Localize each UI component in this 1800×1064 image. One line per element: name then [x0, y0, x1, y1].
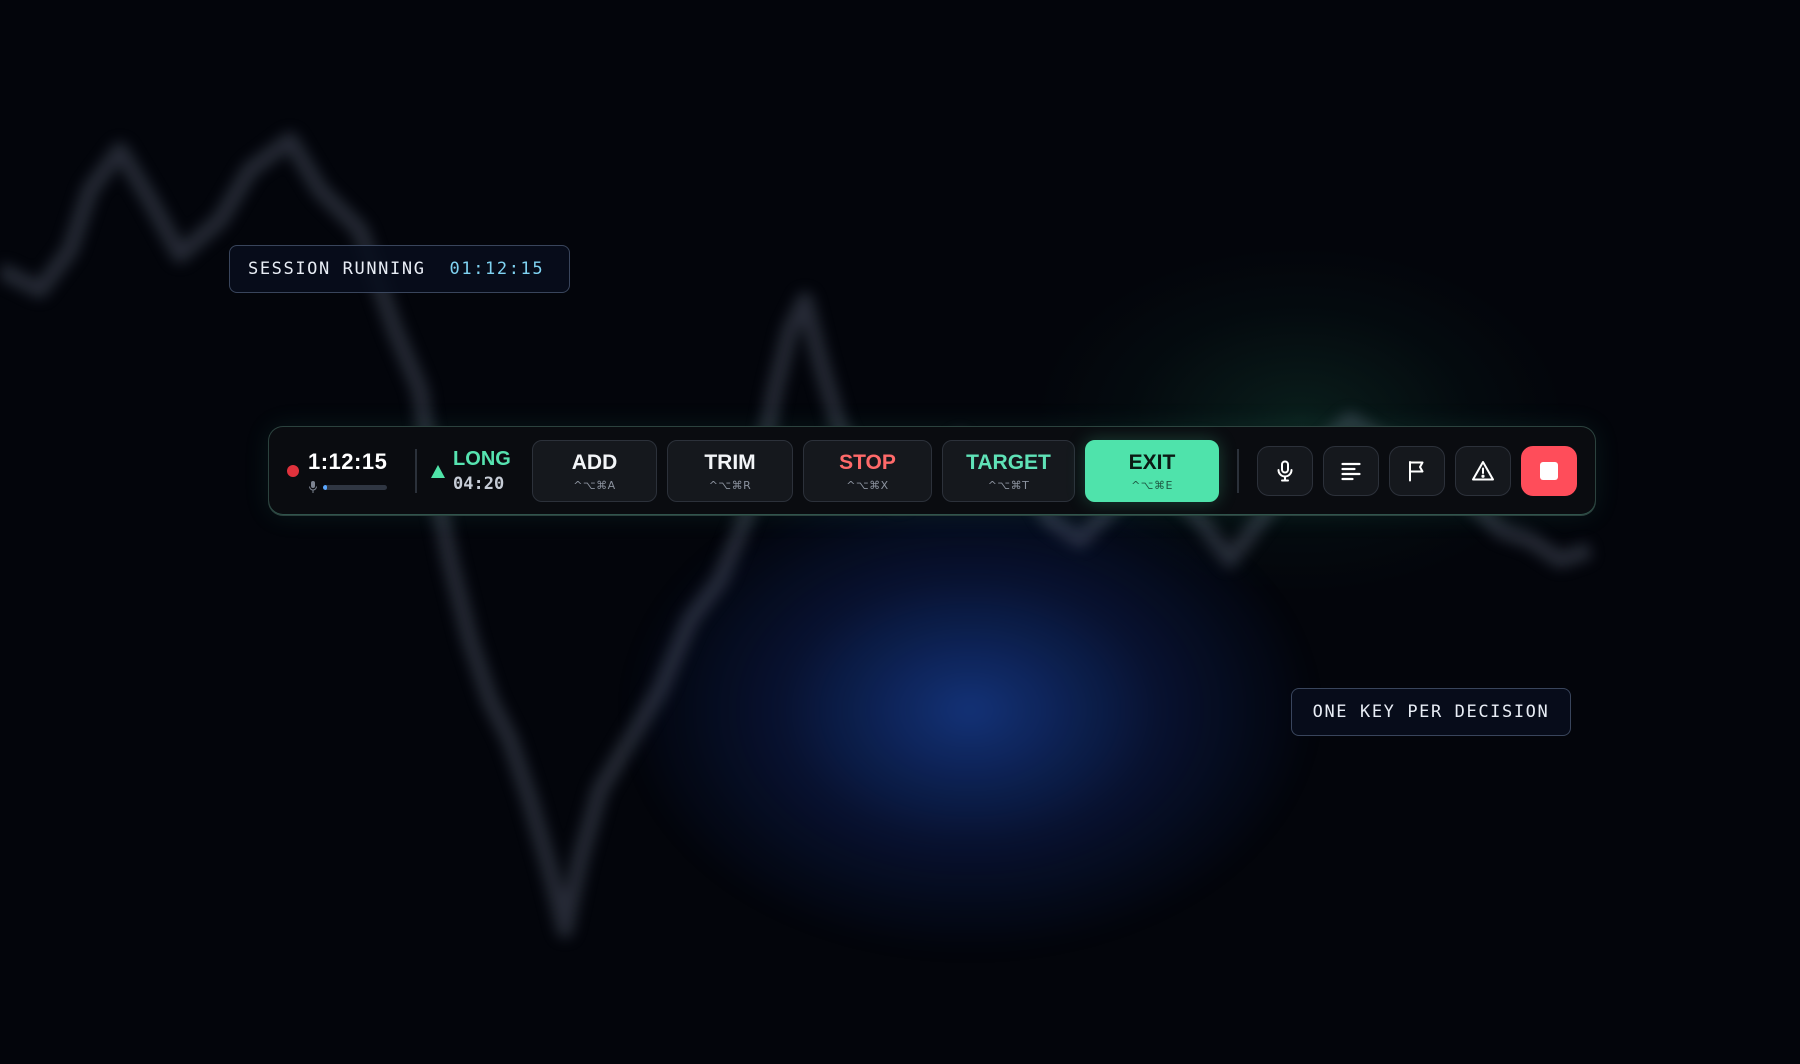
microphone-icon	[1277, 460, 1293, 482]
recording-status: 1:12:15	[287, 449, 405, 493]
warning-button[interactable]	[1455, 446, 1511, 496]
tagline-pill: ONE KEY PER DECISION	[1291, 688, 1571, 736]
background	[0, 0, 1800, 1064]
background-price-chart	[0, 132, 1593, 938]
exit-button-label: EXIT	[1128, 450, 1176, 474]
exit-button-shortcut: ^⌥⌘E	[1131, 478, 1173, 492]
microphone-button[interactable]	[1257, 446, 1313, 496]
target-button-label: TARGET	[966, 450, 1051, 474]
notes-button[interactable]	[1323, 446, 1379, 496]
tagline-text: ONE KEY PER DECISION	[1312, 702, 1550, 722]
stop-button-shortcut: ^⌥⌘X	[846, 478, 889, 492]
warning-icon	[1472, 461, 1494, 481]
mic-level-track	[323, 484, 387, 490]
mic-level-fill	[323, 484, 327, 490]
position-side: LONG	[453, 448, 511, 470]
stop-recording-icon	[1540, 462, 1558, 480]
session-status-label: SESSION RUNNING	[248, 259, 426, 279]
toolbar-divider	[415, 449, 418, 493]
trim-button-label: TRIM	[704, 450, 756, 474]
recording-elapsed-time: 1:12:15	[308, 449, 388, 474]
session-elapsed-time: 01:12:15	[449, 259, 545, 279]
recording-dot-icon	[287, 465, 299, 477]
long-arrow-icon	[431, 464, 446, 478]
trading-hotkey-toolbar: 1:12:15 LONG 04:20 ADD ^⌥⌘A TRIM ^⌥⌘R ST…	[268, 426, 1596, 516]
flag-button[interactable]	[1389, 446, 1445, 496]
stop-button[interactable]: STOP ^⌥⌘X	[803, 440, 932, 502]
target-button[interactable]: TARGET ^⌥⌘T	[942, 440, 1075, 502]
target-button-shortcut: ^⌥⌘T	[987, 478, 1030, 492]
stop-button-label: STOP	[839, 450, 896, 474]
trim-button-shortcut: ^⌥⌘R	[708, 478, 752, 492]
mic-small-icon	[309, 481, 317, 493]
mic-level-meter	[308, 481, 387, 493]
position-indicator: LONG 04:20	[431, 448, 522, 494]
flag-icon	[1409, 461, 1424, 482]
add-button-shortcut: ^⌥⌘A	[573, 478, 616, 492]
add-button[interactable]: ADD ^⌥⌘A	[532, 440, 657, 502]
notes-icon	[1341, 462, 1361, 481]
exit-button[interactable]: EXIT ^⌥⌘E	[1085, 440, 1219, 502]
trim-button[interactable]: TRIM ^⌥⌘R	[667, 440, 793, 502]
position-duration: 04:20	[453, 474, 505, 494]
add-button-label: ADD	[571, 450, 618, 474]
stop-recording-button[interactable]	[1521, 446, 1577, 496]
session-status-pill: SESSION RUNNING 01:12:15	[229, 245, 570, 293]
toolbar-divider	[1237, 449, 1239, 493]
